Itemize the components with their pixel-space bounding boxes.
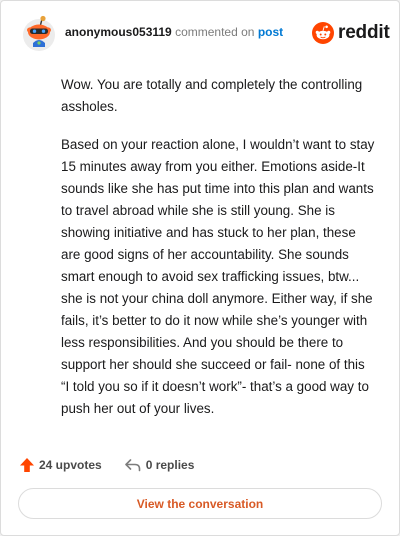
upvotes-count: 24 upvotes xyxy=(39,458,102,472)
reply-arrow-icon xyxy=(124,459,141,472)
post-link[interactable]: post xyxy=(258,25,283,39)
comment-body: Wow. You are totally and completely the … xyxy=(61,74,376,436)
upvotes-stat[interactable]: 24 upvotes xyxy=(19,457,102,473)
reddit-logo[interactable]: reddit xyxy=(312,21,390,45)
comment-header: anonymous053119 commented on post xyxy=(65,25,283,39)
replies-count: 0 replies xyxy=(145,458,195,472)
reddit-logo-icon xyxy=(312,22,334,44)
replies-stat[interactable]: 0 replies xyxy=(124,457,195,473)
commented-on-text: commented on xyxy=(175,25,255,39)
comment-paragraph-2: Based on your reaction alone, I wouldn’t… xyxy=(61,137,375,416)
upvote-arrow-icon xyxy=(20,458,34,472)
view-conversation-button[interactable]: View the conversation xyxy=(18,488,382,519)
avatar[interactable] xyxy=(21,14,57,52)
comment-paragraph-1: Wow. You are totally and completely the … xyxy=(61,77,363,114)
snoo-avatar-icon xyxy=(23,15,55,51)
username-link[interactable]: anonymous053119 xyxy=(65,25,172,39)
reddit-wordmark: reddit xyxy=(338,22,390,43)
comment-stats: 24 upvotes 0 replies xyxy=(19,455,194,475)
comment-card: anonymous053119 commented on post reddit… xyxy=(0,0,400,536)
